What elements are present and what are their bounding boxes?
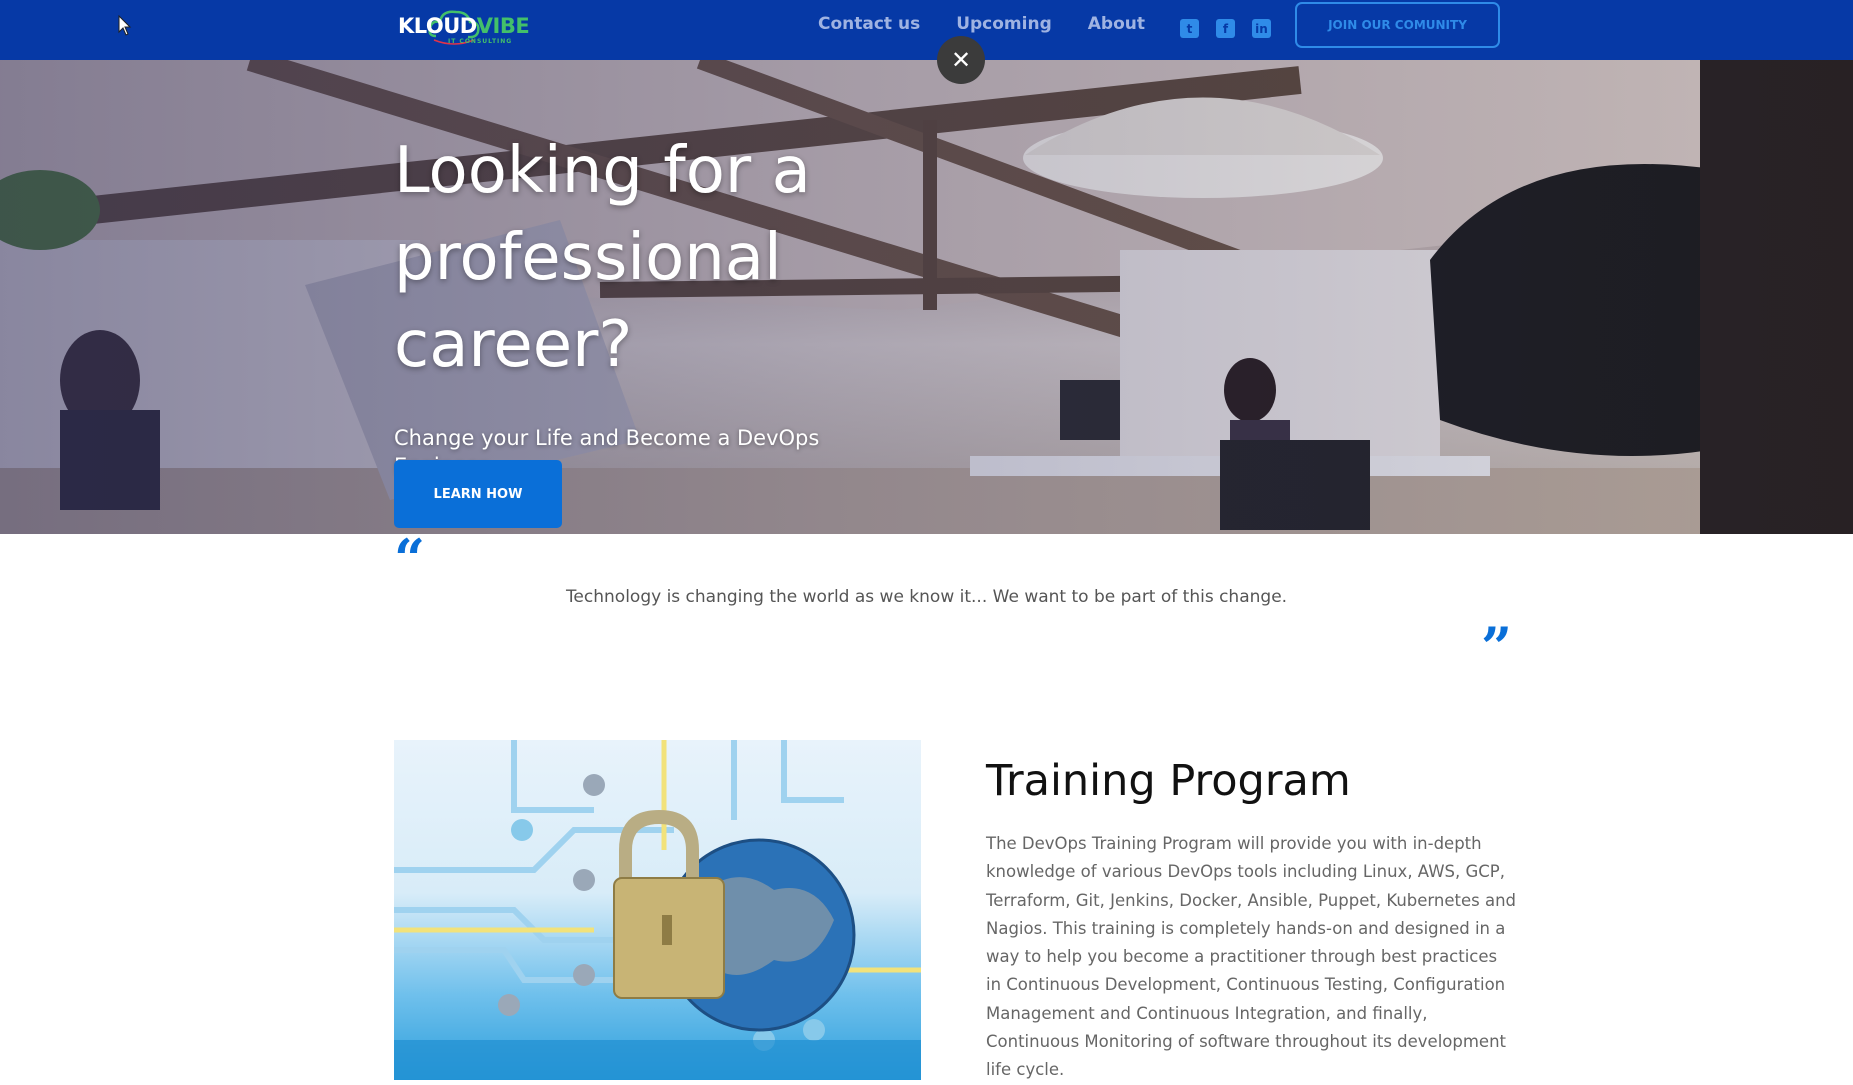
security-padlock-globe-image: [394, 740, 921, 1080]
close-quote-icon: ”: [1481, 615, 1513, 679]
join-community-button[interactable]: JOIN OUR COMUNITY: [1295, 2, 1500, 48]
nav-link-upcoming[interactable]: Upcoming: [956, 14, 1052, 34]
nav-link-contact-us[interactable]: Contact us: [818, 14, 920, 34]
linkedin-icon[interactable]: in: [1252, 19, 1271, 38]
site-logo[interactable]: KLOUDVIBE IT CONSULTING: [396, 6, 530, 52]
quote-text: Technology is changing the world as we k…: [565, 587, 1288, 607]
nav-menu: Contact us Upcoming About: [818, 14, 1181, 34]
facebook-icon[interactable]: f: [1216, 19, 1235, 38]
nav-link-about[interactable]: About: [1088, 14, 1145, 34]
mouse-pointer-icon: [118, 15, 132, 36]
hero-title: Looking for a professional career?: [394, 134, 811, 382]
open-quote-icon: “: [394, 527, 426, 591]
twitter-icon[interactable]: t: [1180, 19, 1199, 38]
hero-overlay: [0, 60, 1853, 534]
hero-section: Looking for a professional career? Chang…: [0, 60, 1853, 534]
training-program-description: The DevOps Training Program will provide…: [986, 834, 1517, 1080]
training-program-title: Training Program: [986, 756, 1351, 806]
close-button[interactable]: ✕: [937, 36, 985, 84]
logo-tagline: IT CONSULTING: [448, 38, 513, 45]
social-links: t f in: [1180, 19, 1271, 38]
learn-how-button[interactable]: LEARN HOW: [394, 460, 562, 528]
logo-wordmark: KLOUDVIBE: [398, 14, 530, 38]
top-navbar: KLOUDVIBE IT CONSULTING Contact us Upcom…: [0, 0, 1853, 60]
